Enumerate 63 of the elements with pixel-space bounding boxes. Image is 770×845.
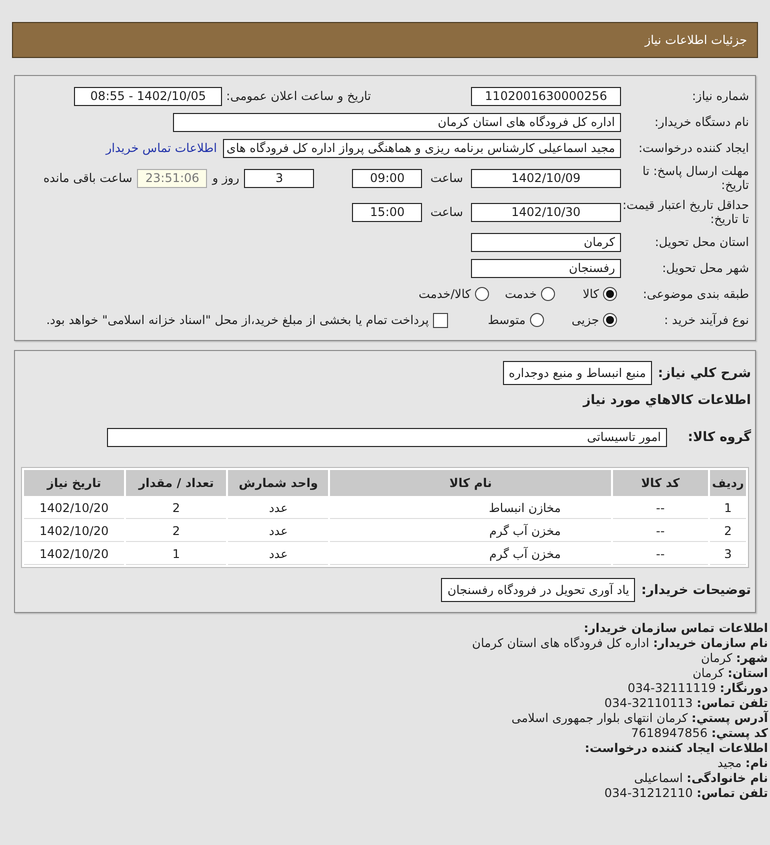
table-cell: مخزن آب گرم [330, 521, 611, 542]
column-header: واحد شمارش [228, 470, 328, 496]
radio-button[interactable] [540, 287, 555, 301]
value-field: 15:00 [352, 202, 422, 222]
value-field: کرمان [471, 232, 621, 252]
option-label: خدمت [504, 287, 537, 301]
radio-button[interactable] [603, 313, 617, 327]
value-field: 1402/10/30 [471, 202, 621, 222]
value-field: 1402/10/09 [471, 168, 621, 188]
contact-heading: اطلاعات تماس سازمان خریدار: [582, 621, 768, 636]
contact-line: استان: کرمان [692, 666, 768, 681]
field-label: شرح کلي نياز: [658, 366, 751, 380]
contact-line: نام سازمان خریدار: اداره کل فرودگاه های استان کرمان [471, 636, 768, 651]
radio-button[interactable] [530, 313, 544, 327]
buyer-contact-link[interactable]: اطلاعات تماس خریدار [106, 141, 217, 155]
option-label: کالا [582, 287, 599, 301]
field-label: شهر محل تحویل: [661, 261, 750, 275]
value-field: یاد آوری تحویل در فرودگاه رفسنجان [441, 578, 636, 602]
time-label: ساعت [430, 171, 463, 185]
time-label: ساعت [430, 205, 463, 219]
field-label: طبقه بندی موضوعی: [642, 287, 750, 301]
checkbox[interactable] [432, 312, 448, 328]
column-header: ردیف [710, 470, 746, 496]
column-header: کد کالا [612, 470, 708, 496]
radio-button[interactable] [603, 287, 617, 301]
field-label: حداقل تاریخ اعتبار قیمت: تا تاریخ: [621, 198, 750, 226]
value-field: امور تاسیساتی [107, 428, 667, 447]
value-field: مجید اسماعیلی کارشناس برنامه ریزی و هماهنگی پرواز اداره کل فرودگاه های [223, 138, 621, 158]
remaining-time-field: 23:51:06 [137, 168, 208, 188]
field-label: توضیحات خریدار: [641, 582, 751, 598]
value-field: 1102001630000256 [471, 86, 621, 106]
option-label: متوسط [488, 313, 526, 327]
field-label: نام دستگاه خریدار: [654, 115, 750, 129]
value-field: رفسنجان [471, 258, 621, 278]
contact-line: شهر: کرمان [700, 651, 768, 666]
page-title: جزئیات اطلاعات نیاز [12, 22, 758, 58]
contact-line: آدرس پستي: کرمان انتهای بلوار جمهوری اسلامی [510, 711, 768, 726]
field-label: مهلت ارسال پاسخ: تا تاریخ: [641, 164, 750, 192]
section-heading: اطلاعات كالاهاي مورد نياز [583, 393, 751, 408]
radio-button[interactable] [474, 287, 489, 301]
field-label: تاریخ و ساعت اعلان عمومی: [226, 89, 371, 103]
value-field: 09:00 [352, 168, 422, 188]
column-header: تاریخ نیاز [24, 470, 124, 496]
payment-note: پرداخت تمام یا بخشی از مبلغ خرید،از محل "اسناد خزانه اسلامی" خواهد بود. [46, 313, 429, 327]
value-field: 3 [244, 168, 314, 188]
contact-line: نام: مجید [716, 756, 768, 771]
field-label: گروه کالا: [686, 430, 751, 445]
days-label: روز و [212, 171, 240, 185]
table-cell: مخزن آب گرم [330, 544, 611, 565]
value-field: منبع انبساط و منبع دوجداره [502, 361, 652, 385]
field-label: شماره نیاز: [691, 89, 750, 103]
column-header: تعداد / مقدار [126, 470, 226, 496]
column-header: نام کالا [330, 470, 611, 496]
value-field: 1402/10/05 - 08:55 [74, 86, 222, 106]
contact-line: نام خانوادگی: اسماعیلی [633, 771, 768, 786]
option-label: جزیی [572, 313, 599, 327]
value-field: اداره کل فرودگاه های استان کرمان [173, 112, 621, 132]
field-label: نوع فرآیند خرید : [663, 313, 750, 327]
field-label: استان محل تحویل: [654, 235, 750, 249]
option-label: کالا/خدمت [418, 287, 471, 301]
contact-heading: اطلاعات ایجاد کننده درخواست: [584, 741, 768, 756]
remaining-label: ساعت باقی مانده [43, 171, 132, 185]
field-label: ایجاد کننده درخواست: [637, 141, 750, 155]
